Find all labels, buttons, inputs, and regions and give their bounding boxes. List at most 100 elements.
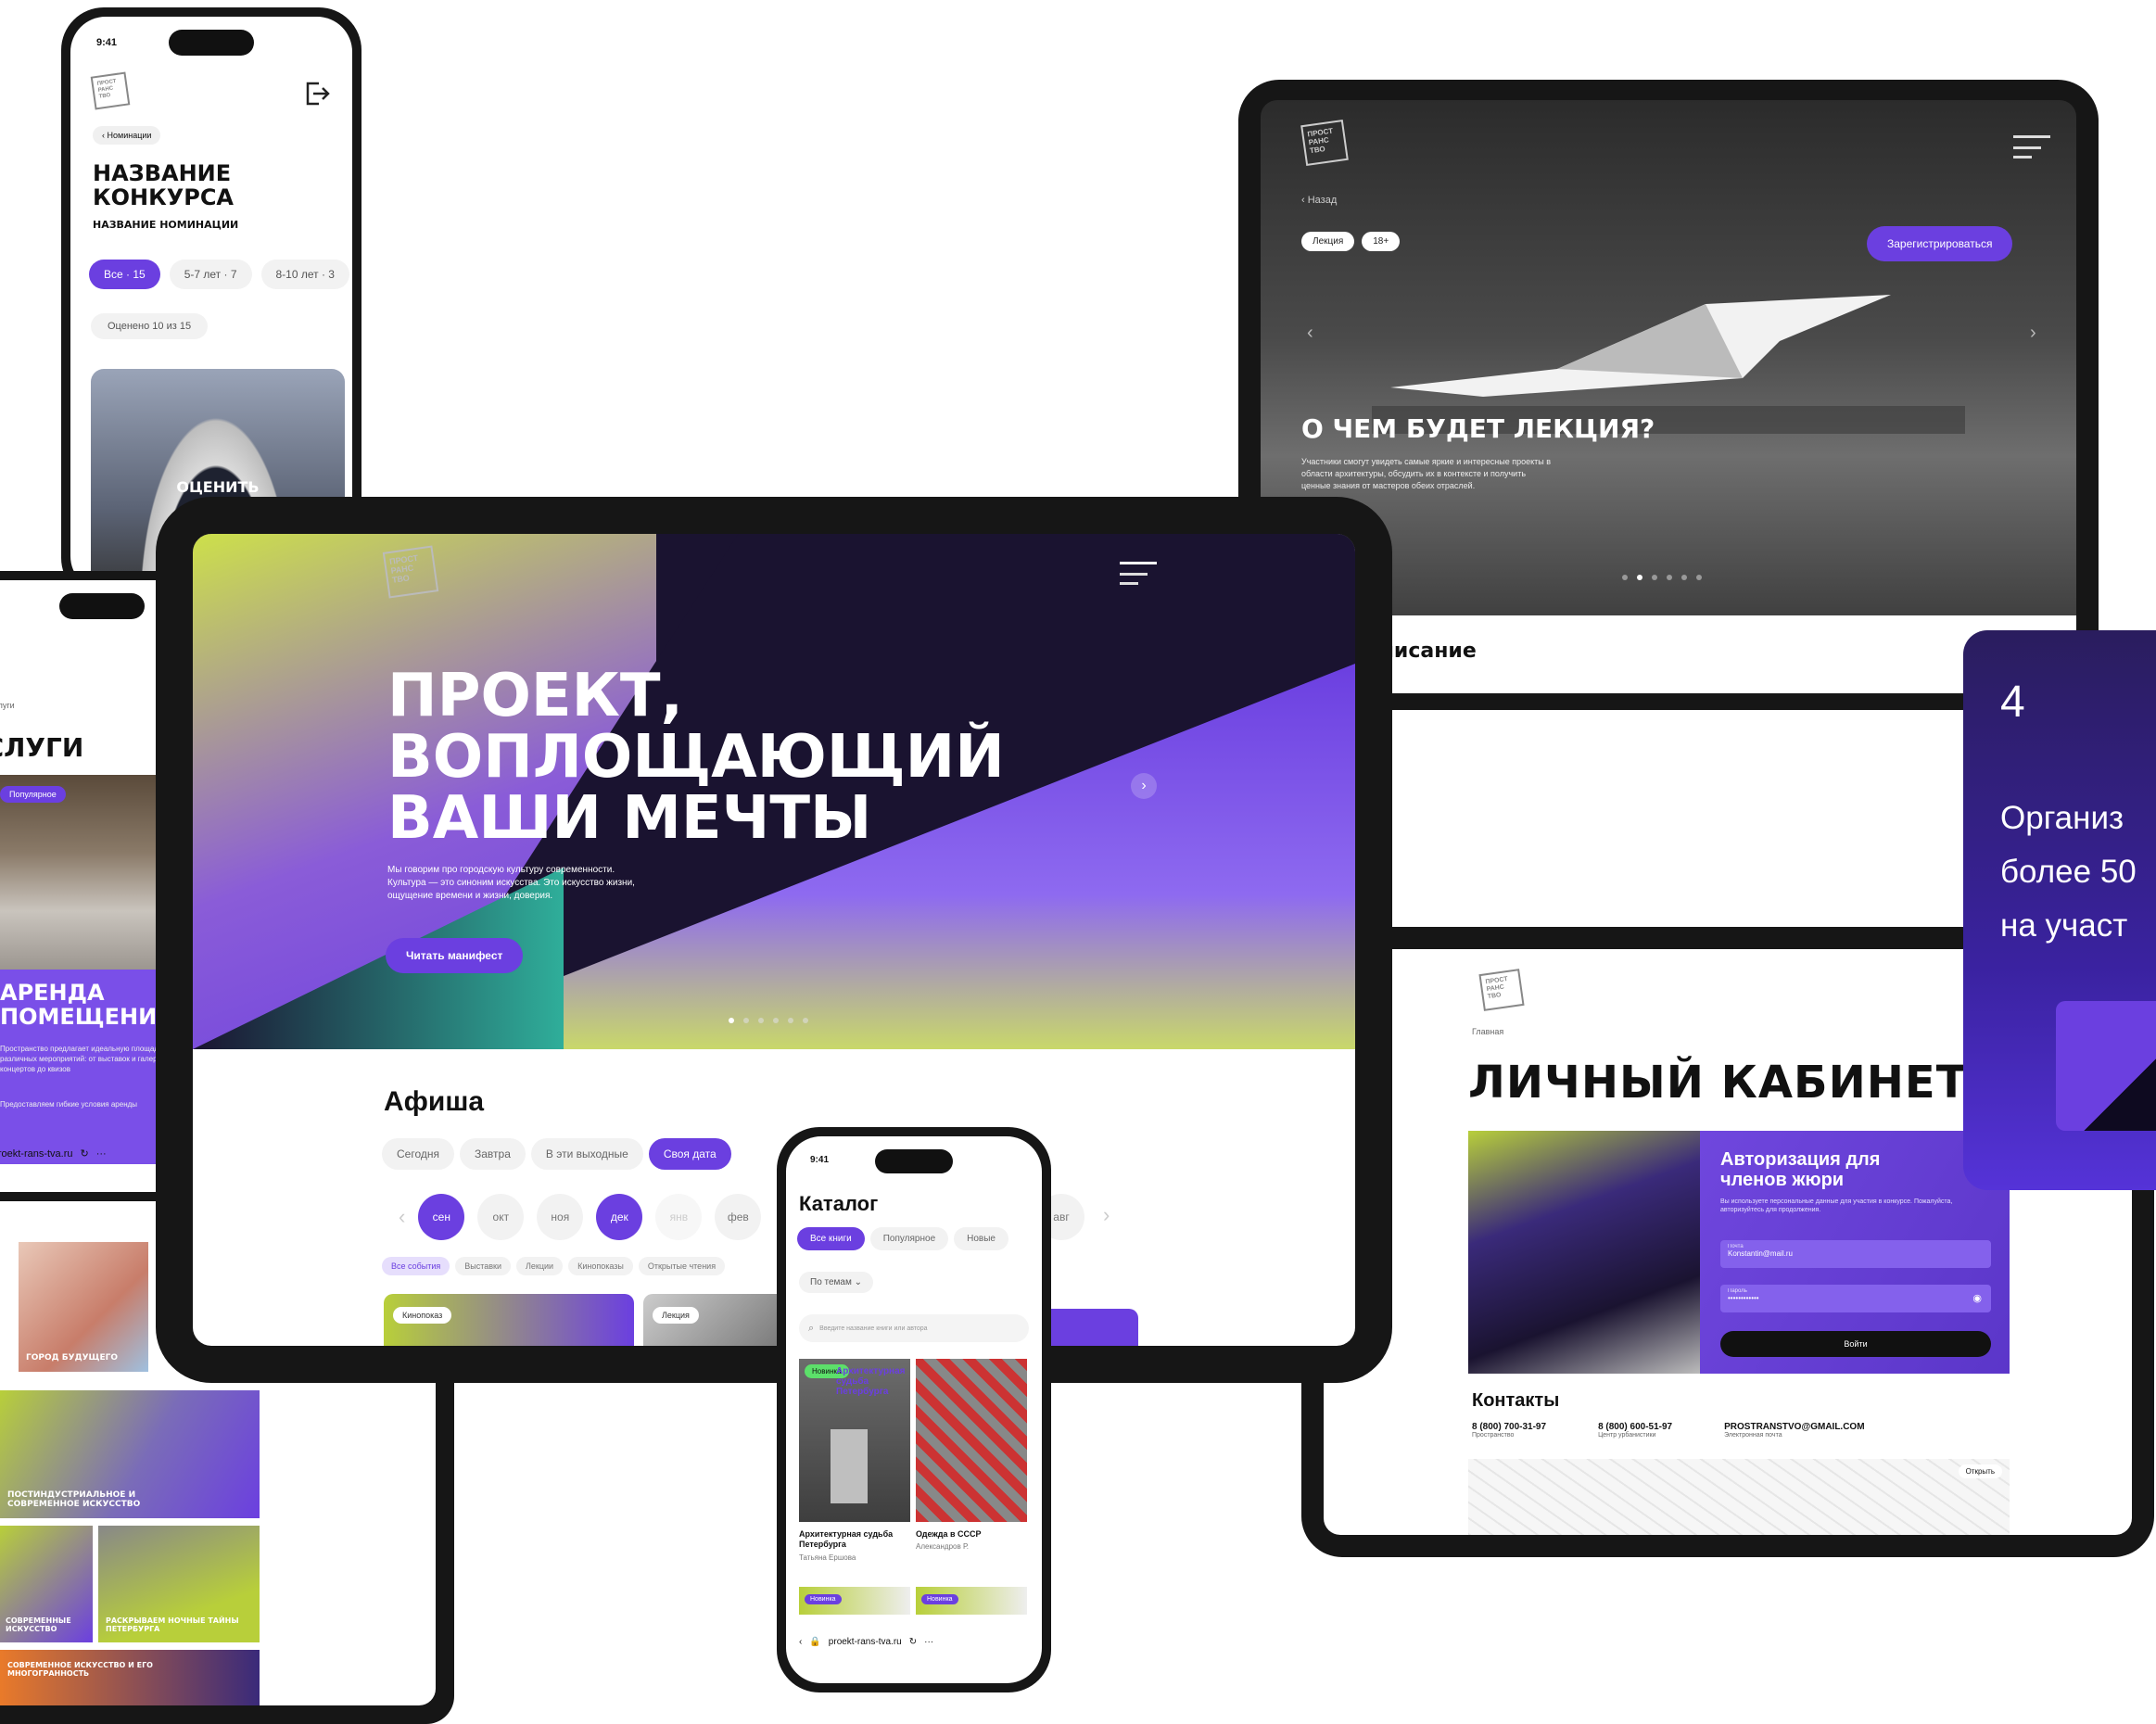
manifesto-button[interactable]: Читать манифест: [386, 938, 524, 973]
tab-today[interactable]: Сегодня: [382, 1138, 454, 1170]
contact-phone-1[interactable]: 8 (800) 700-31-97 Пространство: [1472, 1422, 1546, 1439]
phone-notch: [875, 1149, 953, 1173]
lecture-text: Участники смогут увидеть самые яркие и и…: [1301, 457, 1551, 490]
dot[interactable]: [788, 1018, 793, 1023]
dot[interactable]: [1652, 575, 1657, 580]
filter-8-10[interactable]: 8-10 лет · 3: [260, 260, 349, 289]
chevron-down-icon: ⌄: [854, 1277, 863, 1287]
brand-logo[interactable]: ПРОСТ РАНС ТВО: [382, 545, 439, 599]
hero-text: Мы говорим про городскую культуру соврем…: [387, 865, 635, 901]
search-input[interactable]: ⌕ Введите название книги или автора: [799, 1314, 1029, 1342]
brand-logo[interactable]: ПРОСТ РАНС ТВО: [1300, 120, 1349, 166]
url-text[interactable]: proekt-rans-tva.ru: [0, 1148, 73, 1160]
logout-icon[interactable]: [300, 78, 332, 109]
month-feb[interactable]: фев: [715, 1194, 762, 1240]
sort-dropdown[interactable]: По темам ⌄: [799, 1272, 874, 1293]
book-title-1[interactable]: Архитектурная судьба Петербурга: [799, 1529, 908, 1550]
stat-number: 4: [2000, 678, 2025, 727]
tab-weekend[interactable]: В эти выходные: [530, 1138, 643, 1170]
book-title-2[interactable]: Одежда в СССР: [916, 1529, 1025, 1540]
book-card-1[interactable]: Новинка Архитектурная судьба Петербурга: [799, 1359, 910, 1522]
dot-active[interactable]: [729, 1018, 734, 1023]
carousel-next-icon[interactable]: ›: [2030, 323, 2036, 344]
tab-custom-date[interactable]: Своя дата: [648, 1138, 731, 1170]
dot-active[interactable]: [1637, 575, 1642, 580]
menu-search-icon[interactable]: [1120, 562, 1157, 588]
carousel-prev-icon[interactable]: ‹: [1307, 323, 1313, 344]
email-field[interactable]: Почта Konstantin@mail.ru: [1720, 1240, 1991, 1268]
book-cover-text: Архитектурная судьба Петербурга: [836, 1366, 906, 1397]
email-label: Почта: [1728, 1244, 1744, 1249]
stat-text: Организ более 50 на участ: [2000, 800, 2137, 944]
tab-popular[interactable]: Популярное: [869, 1227, 949, 1250]
carousel-next-icon[interactable]: ›: [1131, 773, 1157, 799]
more-icon[interactable]: ···: [96, 1148, 107, 1160]
contact-phone-2[interactable]: 8 (800) 600-51-97 Центр урбанистики: [1598, 1422, 1672, 1439]
lecture-heading: О ЧЕМ БУДЕТ ЛЕКЦИЯ?: [1301, 413, 1655, 444]
rate-button[interactable]: ОЦЕНИТЬ: [91, 478, 345, 496]
map-open-button[interactable]: Открыть: [1958, 1464, 2002, 1478]
dot[interactable]: [1667, 575, 1672, 580]
breadcrumb[interactable]: Услуги: [0, 701, 15, 710]
month-prev-icon[interactable]: ‹: [399, 1205, 405, 1229]
breadcrumb-back[interactable]: ‹ Номинации: [93, 126, 161, 145]
contacts-map[interactable]: Открыть: [1468, 1459, 2010, 1535]
cat-all[interactable]: Все события: [382, 1257, 450, 1275]
dot[interactable]: [773, 1018, 779, 1023]
article-card-1[interactable]: ГОРОД БУДУЩЕГО: [19, 1242, 148, 1372]
cat-films[interactable]: Кинопоказы: [568, 1257, 633, 1275]
month-next-icon[interactable]: ›: [1103, 1203, 1110, 1227]
cat-lectures[interactable]: Лекции: [516, 1257, 564, 1275]
article-card-4[interactable]: РАСКРЫВАЕМ НОЧНЫЕ ТАЙНЫ ПЕТЕРБУРГА: [98, 1526, 260, 1642]
url-text[interactable]: proekt-rans-tva.ru: [829, 1637, 902, 1647]
register-button[interactable]: Зарегистрироваться: [1867, 226, 2013, 261]
more-icon[interactable]: ···: [924, 1637, 933, 1647]
contact-email[interactable]: PROSTRANSTVO@GMAIL.COM Электронная почта: [1724, 1422, 1864, 1439]
dot[interactable]: [803, 1018, 808, 1023]
month-jan[interactable]: янв: [655, 1194, 703, 1240]
dot[interactable]: [743, 1018, 749, 1023]
event-card-1[interactable]: Кинопоказ: [384, 1294, 634, 1346]
month-oct[interactable]: окт: [477, 1194, 525, 1240]
password-field[interactable]: Пароль •••••••••••• ◉: [1720, 1285, 1991, 1312]
stat-card: 4 Организ более 50 на участ: [1963, 630, 2156, 1190]
article-card-5[interactable]: СОВРЕМЕННОЕ ИСКУССТВО И ЕГО МНОГОГРАННОС…: [0, 1650, 260, 1705]
dot[interactable]: [758, 1018, 764, 1023]
article-card-2[interactable]: ПОСТИНДУСТРИАЛЬНОЕ И СОВРЕМЕННОЕ ИСКУССТ…: [0, 1390, 260, 1518]
reload-icon[interactable]: ↻: [81, 1147, 89, 1160]
menu-search-icon[interactable]: [2013, 135, 2050, 161]
book-card-3[interactable]: Новинка: [799, 1587, 910, 1615]
contact-label: Пространство: [1472, 1432, 1515, 1439]
tab-all-books[interactable]: Все книги: [797, 1227, 865, 1250]
back-icon[interactable]: ‹: [799, 1637, 802, 1647]
book-card-2[interactable]: [916, 1359, 1027, 1522]
tag-lecture[interactable]: Лекция: [1301, 232, 1355, 251]
brand-logo[interactable]: ПРОСТ РАНС ТВО: [90, 71, 131, 110]
brand-logo[interactable]: ПРОСТ РАНС ТВО: [1478, 969, 1525, 1011]
reload-icon[interactable]: ↻: [909, 1637, 917, 1647]
breadcrumb-back[interactable]: ‹ Назад: [1301, 195, 1337, 206]
filter-all[interactable]: Все · 15: [89, 260, 160, 289]
auth-image: [1468, 1131, 1700, 1374]
tab-tomorrow[interactable]: Завтра: [460, 1138, 526, 1170]
cat-readings[interactable]: Открытые чтения: [638, 1257, 726, 1275]
book-card-4[interactable]: Новинка: [916, 1587, 1027, 1615]
contacts-title: Контакты: [1472, 1390, 1560, 1411]
dot[interactable]: [1681, 575, 1687, 580]
article-card-3[interactable]: СОВРЕМЕННЫЕ ИСКУССТВО: [0, 1526, 93, 1642]
month-nov[interactable]: ноя: [537, 1194, 584, 1240]
dot[interactable]: [1622, 575, 1628, 580]
month-dec[interactable]: дек: [596, 1194, 643, 1240]
stat-decor: [2056, 1001, 2156, 1131]
month-sep[interactable]: сен: [418, 1194, 465, 1240]
login-button[interactable]: Войти: [1720, 1331, 1991, 1357]
filter-5-7[interactable]: 5-7 лет · 7: [169, 260, 252, 289]
cat-exhibitions[interactable]: Выставки: [455, 1257, 512, 1275]
eye-icon[interactable]: ◉: [1972, 1292, 1982, 1304]
tab-new[interactable]: Новые: [954, 1227, 1008, 1250]
contact-value: 8 (800) 600-51-97: [1598, 1422, 1673, 1432]
contact-value: 8 (800) 700-31-97: [1472, 1422, 1547, 1432]
dot[interactable]: [1696, 575, 1702, 580]
breadcrumb[interactable]: Главная: [1472, 1027, 1503, 1036]
catalog-title: Каталог: [799, 1192, 879, 1215]
